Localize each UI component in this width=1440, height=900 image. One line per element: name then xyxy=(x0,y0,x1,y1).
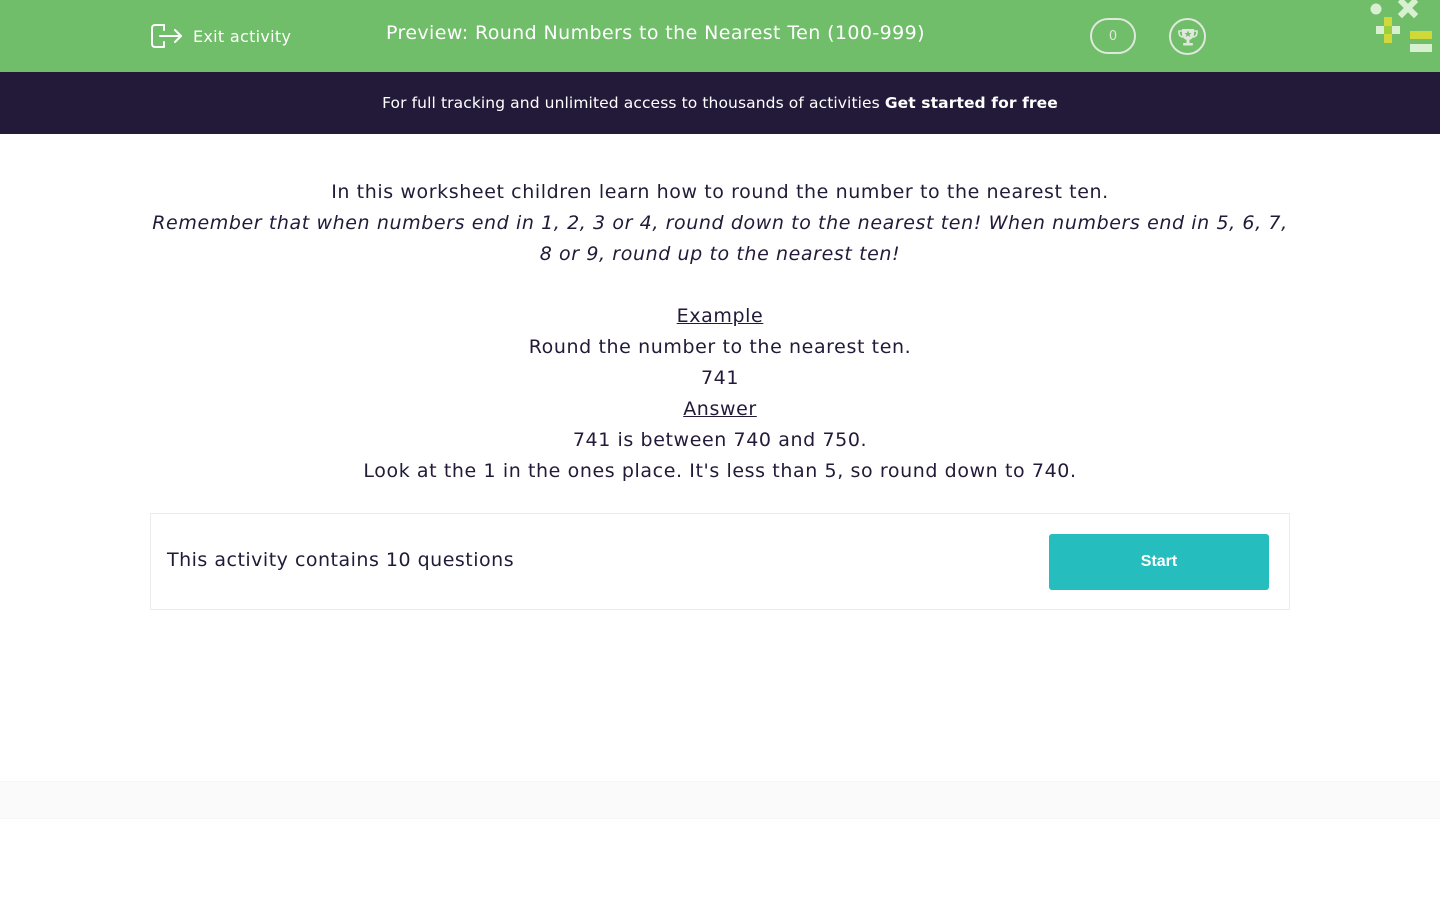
trophy-button[interactable] xyxy=(1169,18,1206,55)
logo-math-symbols xyxy=(1370,0,1432,52)
answer-heading: Answer xyxy=(683,398,757,420)
example-number: 741 xyxy=(700,367,740,389)
question-count: This activity contains 10 questions xyxy=(167,549,515,571)
get-started-link[interactable]: Get started for free xyxy=(885,94,1058,112)
activity-card: This activity contains 10 questions Star… xyxy=(150,513,1290,610)
example-heading: Example xyxy=(676,305,764,327)
intro-text: In this worksheet children learn how to … xyxy=(331,181,1109,203)
top-bar: Exit activity Preview: Round Numbers to … xyxy=(0,0,1440,72)
trophy-icon xyxy=(1177,28,1198,45)
page-title: Preview: Round Numbers to the Nearest Te… xyxy=(386,22,925,44)
exit-activity-label: Exit activity xyxy=(193,26,292,46)
promo-text: For full tracking and unlimited access t… xyxy=(382,94,880,112)
answer-line-2: Look at the 1 in the ones place. It's le… xyxy=(363,460,1077,482)
score-badge: 0 xyxy=(1090,18,1136,54)
activity-description: In this worksheet children learn how to … xyxy=(150,177,1290,487)
exit-activity-button[interactable]: Exit activity xyxy=(150,20,291,52)
answer-line-1: 741 is between 740 and 750. xyxy=(572,429,868,451)
start-button[interactable]: Start xyxy=(1049,534,1269,590)
exit-icon xyxy=(151,24,182,48)
example-prompt: Round the number to the nearest ten. xyxy=(528,336,912,358)
reminder-text: Remember that when numbers end in 1, 2, … xyxy=(152,212,1288,265)
footer-band xyxy=(0,781,1440,819)
promo-banner: For full tracking and unlimited access t… xyxy=(0,72,1440,134)
